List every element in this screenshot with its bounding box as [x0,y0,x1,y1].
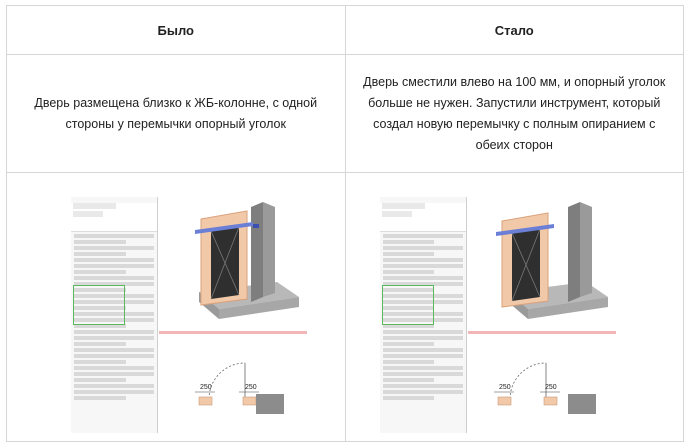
door-3d-view [159,197,307,325]
comparison-table: Было Стало Дверь размещена близко к ЖБ-к… [6,5,684,442]
door-plan-view: 250 250 [467,331,616,436]
before-image-cell: 250 250 [6,172,346,442]
column-header-after: Стало [344,5,684,55]
plan-dimension-left: 250 [499,384,511,391]
door-3d-view [467,197,616,325]
plan-dimension-right: 250 [545,384,557,391]
before-description: Дверь размещена близко к ЖБ-колонне, с о… [34,95,318,131]
after-description: Дверь сместили влево на 100 мм, и опорны… [363,74,666,152]
properties-panel [71,197,158,433]
door-plan-view: 250 250 [159,331,307,436]
after-image-cell: 250 250 [344,172,684,442]
column-header-before: Было [6,5,346,55]
highlight-box [381,285,434,325]
properties-panel [379,197,467,433]
plan-dimension-right: 250 [245,384,257,391]
before-description-cell: Дверь размещена близко к ЖБ-колонне, с о… [6,54,346,173]
before-screenshot: 250 250 [71,197,307,437]
after-description-cell: Дверь сместили влево на 100 мм, и опорны… [344,54,684,173]
after-screenshot: 250 250 [379,197,616,437]
highlight-box [73,285,125,325]
plan-dimension-left: 250 [200,384,212,391]
